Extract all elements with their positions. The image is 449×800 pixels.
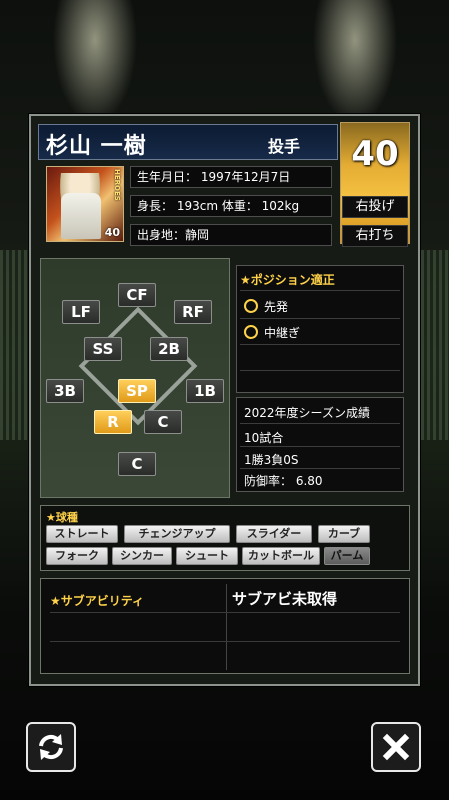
position-cf[interactable]: CF [118, 283, 156, 307]
pitch-chip: ストレート [46, 525, 118, 543]
season-record: 1勝3負0S [244, 453, 299, 467]
bats-label: 右打ち [342, 225, 408, 247]
pitch-chip: シンカー [112, 547, 172, 565]
aptitude-row: 中継ぎ [244, 324, 300, 341]
position-1b[interactable]: 1B [186, 379, 224, 403]
position-rf[interactable]: RF [174, 300, 212, 324]
sub-ability-value: サブアビ未取得 [232, 590, 338, 608]
close-icon [382, 733, 410, 761]
circle-icon [244, 325, 258, 339]
overall-rating: 40 [351, 134, 399, 174]
circle-icon [244, 299, 258, 313]
player-name: 杉山 一樹 [46, 134, 147, 159]
season-title: 2022年度シーズン成績 [244, 406, 370, 420]
throws-label: 右投げ [342, 196, 408, 218]
player-photo: HEROES 40 [46, 166, 124, 242]
position-sp[interactable]: SP [118, 379, 156, 403]
position-ss[interactable]: SS [84, 337, 122, 361]
photo-number: 40 [104, 226, 120, 239]
birthplace-field: 出身地：静岡 [130, 224, 332, 246]
refresh-icon [39, 734, 63, 760]
pitch-chip: チェンジアップ [124, 525, 230, 543]
aptitude-title: ★ポジション適正 [240, 273, 335, 287]
pitch-chip: カットボール [242, 547, 320, 565]
photo-team-tag: HEROES [113, 169, 121, 201]
position-3b[interactable]: 3B [46, 379, 84, 403]
pitch-chip: スライダー [236, 525, 312, 543]
height-weight-field: 身長： 193cm 体重： 102kg [130, 195, 332, 217]
aptitude-row: 先発 [244, 298, 288, 315]
position-2b[interactable]: 2B [150, 337, 188, 361]
refresh-button[interactable] [26, 722, 76, 772]
position-closer[interactable]: C [144, 410, 182, 434]
position-catcher[interactable]: C [118, 452, 156, 476]
player-position: 投手 [268, 137, 301, 156]
pitch-chip-inactive: パーム [324, 547, 370, 565]
sub-ability-title: ★サブアビリティ [50, 594, 145, 608]
pitch-chip: カーブ [318, 525, 370, 543]
season-games: 10試合 [244, 431, 284, 445]
pitch-chip: シュート [176, 547, 238, 565]
pitch-types-title: ★球種 [46, 511, 78, 524]
position-lf[interactable]: LF [62, 300, 100, 324]
pitch-chip: フォーク [46, 547, 108, 565]
position-rp[interactable]: R [94, 410, 132, 434]
close-button[interactable] [371, 722, 421, 772]
season-era: 防御率： 6.80 [244, 474, 323, 488]
birthdate-field: 生年月日： 1997年12月7日 [130, 166, 332, 188]
